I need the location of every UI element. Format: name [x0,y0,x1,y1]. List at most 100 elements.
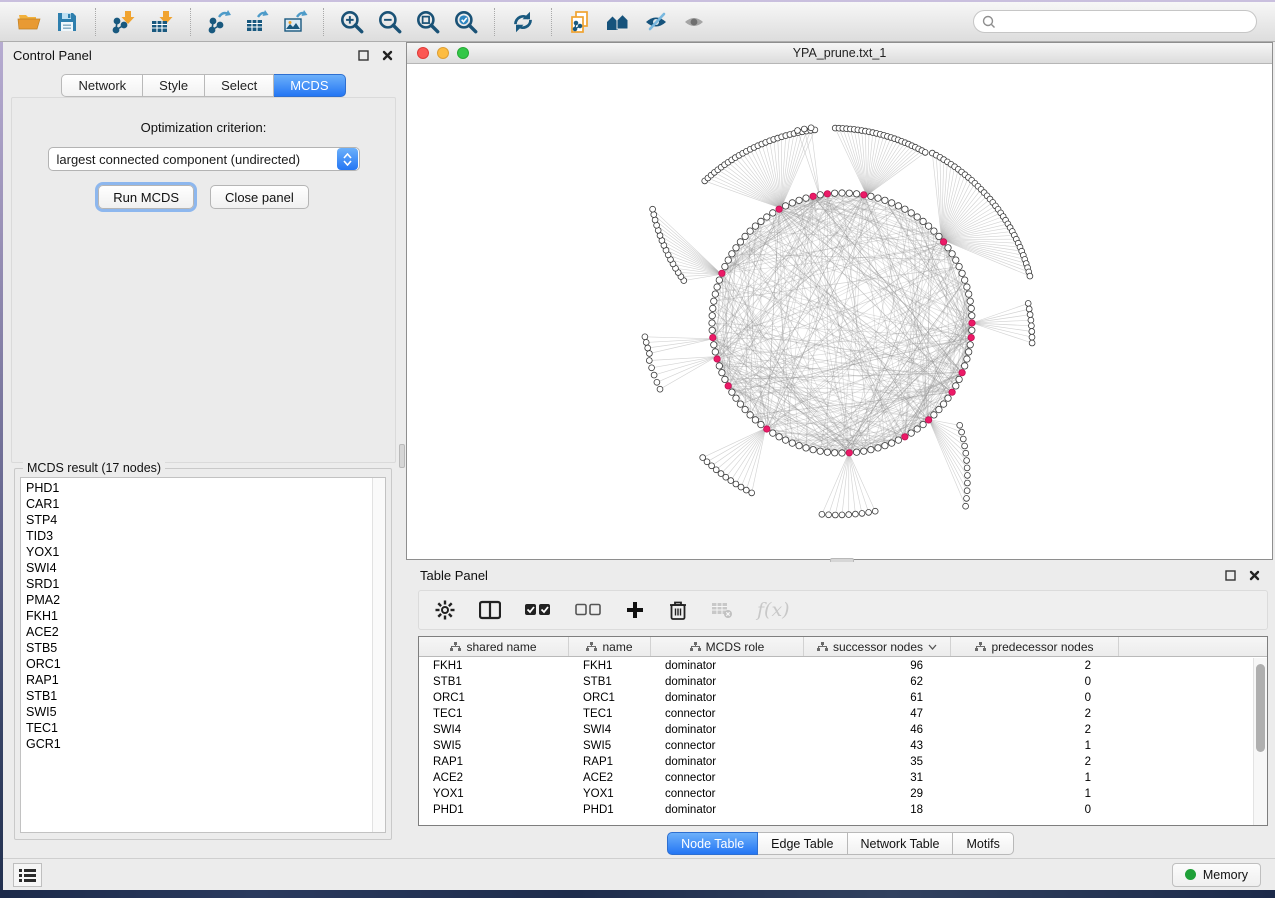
mcds-result-item[interactable]: RAP1 [21,672,371,688]
zoom-selected-region-button[interactable] [447,6,485,38]
new-network-from-selection-button[interactable] [561,6,599,38]
tab-style[interactable]: Style [143,74,205,97]
float-table-panel-icon[interactable] [1223,568,1237,582]
mcds-result-item[interactable]: TID3 [21,528,371,544]
column-header-predecessor-nodes[interactable]: predecessor nodes [951,637,1119,656]
mcds-result-scrollbar[interactable] [372,478,385,832]
tab-motifs[interactable]: Motifs [953,832,1013,855]
memory-button[interactable]: Memory [1172,863,1261,887]
run-mcds-button[interactable]: Run MCDS [98,185,194,209]
mcds-result-item[interactable]: SRD1 [21,576,371,592]
float-panel-icon[interactable] [356,48,370,62]
column-header-name[interactable]: name [569,637,651,656]
mcds-result-item[interactable]: SWI5 [21,704,371,720]
vertical-splitter[interactable] [398,42,406,858]
mcds-result-item[interactable]: STB1 [21,688,371,704]
mcds-result-list[interactable]: PHD1CAR1STP4TID3YOX1SWI4SRD1PMA2FKH1ACE2… [20,477,386,833]
network-window-titlebar[interactable]: YPA_prune.txt_1 [407,43,1272,64]
zoom-out-button[interactable] [371,6,409,38]
table-cell: connector [651,708,804,720]
table-cell: RAP1 [419,756,569,768]
network-graph[interactable] [407,65,1272,560]
task-history-button[interactable] [13,863,42,887]
zoom-in-button[interactable] [333,6,371,38]
close-table-panel-icon[interactable] [1247,568,1261,582]
table-cell: SWI5 [419,740,569,752]
delete-columns-icon[interactable] [669,600,687,621]
close-panel-button[interactable]: Close panel [210,185,309,209]
mcds-result-item[interactable]: STB5 [21,640,371,656]
apply-preferred-layout-button[interactable] [504,6,542,38]
tab-network-table[interactable]: Network Table [848,832,954,855]
mcds-result-item[interactable]: STP4 [21,512,371,528]
table-scrollbar[interactable] [1253,658,1267,825]
save-session-button[interactable] [48,6,86,38]
mcds-result-item[interactable]: ACE2 [21,624,371,640]
splitter-grip-icon[interactable] [399,444,405,468]
mcds-result-item[interactable]: YOX1 [21,544,371,560]
import-network-from-file-button[interactable] [105,6,143,38]
mcds-result-item[interactable]: SWI4 [21,560,371,576]
deselect-all-rows-icon[interactable] [575,603,601,617]
mcds-result-item[interactable]: GCR1 [21,736,371,752]
search-input[interactable] [996,15,1248,29]
tab-edge-table[interactable]: Edge Table [758,832,847,855]
create-column-icon[interactable] [625,600,645,620]
toolbar-separator [323,8,324,36]
show-all-button[interactable] [675,6,713,38]
select-all-rows-icon[interactable] [525,603,551,617]
tab-network[interactable]: Network [61,74,143,97]
close-panel-icon[interactable] [380,48,394,62]
column-label: MCDS role [706,640,765,654]
open-session-button[interactable] [10,6,48,38]
show-columns-icon[interactable] [479,600,501,620]
table-row[interactable]: FKH1FKH1dominator962 [419,658,1253,674]
column-header-successor-nodes[interactable]: successor nodes [804,637,951,656]
tab-mcds[interactable]: MCDS [274,74,345,97]
column-type-icon [586,642,597,652]
column-header-shared-name[interactable]: shared name [419,637,569,656]
column-label: name [602,640,632,654]
table-cell: TEC1 [569,708,651,720]
table-row[interactable]: SWI5SWI5connector431 [419,738,1253,754]
table-cell: 47 [804,708,951,720]
table-row[interactable]: TEC1TEC1connector472 [419,706,1253,722]
hide-selected-button[interactable] [637,6,675,38]
mcds-result-item[interactable]: PMA2 [21,592,371,608]
mcds-result-item[interactable]: TEC1 [21,720,371,736]
table-cell: SWI4 [419,724,569,736]
tab-node-table[interactable]: Node Table [667,832,758,855]
search-field[interactable] [973,10,1257,33]
table-row[interactable]: YOX1YOX1connector291 [419,786,1253,802]
mcds-result-item[interactable]: CAR1 [21,496,371,512]
table-cell: connector [651,740,804,752]
table-row[interactable]: ACE2ACE2connector311 [419,770,1253,786]
table-cell: 46 [804,724,951,736]
table-mode-icon[interactable] [435,600,455,620]
table-scrollbar-thumb[interactable] [1256,664,1265,752]
mcds-result-item[interactable]: ORC1 [21,656,371,672]
mcds-result-item[interactable]: FKH1 [21,608,371,624]
column-header-filler [1119,637,1267,656]
table-row[interactable]: PHD1PHD1dominator180 [419,802,1253,818]
export-network-button[interactable] [200,6,238,38]
mcds-result-item[interactable]: PHD1 [21,480,371,496]
zoom-fit-content-button[interactable] [409,6,447,38]
import-table-from-file-button[interactable] [143,6,181,38]
function-builder-icon: f(x) [757,599,790,621]
table-row[interactable]: RAP1RAP1dominator352 [419,754,1253,770]
network-canvas[interactable] [407,65,1272,559]
first-neighbors-of-selected-button[interactable] [599,6,637,38]
export-image-button[interactable] [276,6,314,38]
column-header-MCDS-role[interactable]: MCDS role [651,637,804,656]
table-cell: 43 [804,740,951,752]
optimization-criterion-select[interactable]: largest connected component (undirected) [48,147,360,171]
tab-select[interactable]: Select [205,74,274,97]
table-row[interactable]: SWI4SWI4dominator462 [419,722,1253,738]
table-cell: ACE2 [419,772,569,784]
table-row[interactable]: ORC1ORC1dominator610 [419,690,1253,706]
network-view-window: YPA_prune.txt_1 [406,42,1273,560]
table-panel-header: Table Panel [406,562,1275,588]
table-row[interactable]: STB1STB1dominator620 [419,674,1253,690]
export-table-button[interactable] [238,6,276,38]
